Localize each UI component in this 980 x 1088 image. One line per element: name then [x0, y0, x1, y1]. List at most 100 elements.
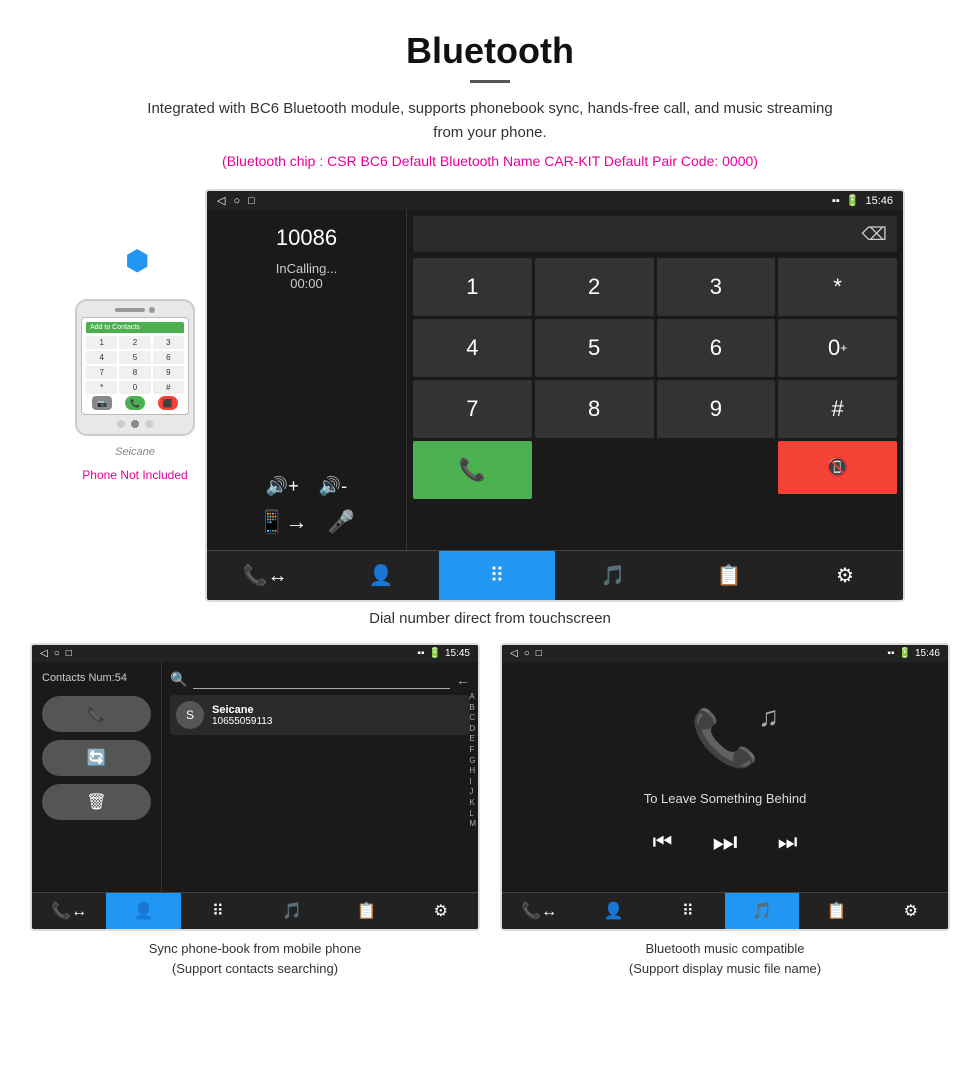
circle-icon: ○ [233, 195, 240, 207]
pb-bottom-nav: 📞↔ 👤 ⠿ 🎵 📋 ⚙ [32, 892, 478, 929]
dialpad-area: ⌫ 1 2 3 * 4 5 6 0+ 7 8 9 # 📞 [407, 210, 903, 550]
dial-4[interactable]: 4 [413, 319, 532, 377]
title-underline [470, 80, 510, 83]
dial-empty2 [657, 441, 776, 494]
pb-search-back[interactable]: ← [456, 672, 470, 688]
dial-3[interactable]: 3 [657, 258, 776, 316]
phone-not-included-label: Phone Not Included [82, 468, 187, 482]
music-square-icon: □ [536, 648, 542, 659]
pb-search-input[interactable] [193, 670, 450, 689]
dial-6[interactable]: 6 [657, 319, 776, 377]
pb-time: 15:45 [445, 648, 470, 659]
two-screens-row: ◁ ○ □ ▪▪ 🔋 15:45 Contacts Num:54 📞 🔄 🗑 [0, 643, 980, 982]
next-button[interactable]: ⏭ [778, 829, 798, 855]
call-accept-button[interactable]: 📞 [413, 441, 532, 499]
pb-nav-bt[interactable]: 🎵 [255, 893, 329, 929]
music-sim-icon: ▪▪ [887, 648, 894, 659]
call-time: 00:00 [222, 276, 391, 291]
backspace-button[interactable]: ⌫ [852, 216, 897, 252]
pb-nav-dialpad[interactable]: ⠿ [181, 893, 255, 929]
nav-bluetooth-music[interactable]: 🎵 [555, 551, 671, 600]
pb-nav-book[interactable]: 📋 [329, 893, 403, 929]
music-battery-icon: 🔋 [899, 648, 911, 659]
microphone-icon[interactable]: 🎤 [328, 509, 355, 535]
music-nav-dialpad[interactable]: ⠿ [651, 893, 725, 929]
pb-circle-icon: ○ [54, 648, 60, 659]
pb-sync-btn[interactable]: 🔄 [42, 740, 151, 776]
pb-delete-btn[interactable]: 🗑 [42, 784, 151, 820]
music-nav-contacts[interactable]: 👤 [576, 893, 650, 929]
back-icon: ◁ [217, 194, 225, 207]
phonebook-screen: ◁ ○ □ ▪▪ 🔋 15:45 Contacts Num:54 📞 🔄 🗑 [30, 643, 480, 931]
alpha-index: A B C D E F G H I J K L M [469, 692, 476, 829]
contacts-count: Contacts Num:54 [42, 672, 151, 684]
pb-nav-phone[interactable]: 📞↔ [32, 893, 106, 929]
call-info-panel: 10086 InCalling... 00:00 🔊+ 🔊- 📱→ 🎤 [207, 210, 407, 550]
bluetooth-signal-icon: ⬢ [110, 239, 160, 289]
bluetooth-info: (Bluetooth chip : CSR BC6 Default Blueto… [20, 153, 960, 169]
pb-nav-settings[interactable]: ⚙ [404, 893, 478, 929]
dial-hash[interactable]: # [778, 380, 897, 438]
pb-left-panel: Contacts Num:54 📞 🔄 🗑 [32, 662, 162, 892]
nav-dialpad[interactable]: ⠿ [439, 551, 555, 600]
dial-1[interactable]: 1 [413, 258, 532, 316]
call-end-button[interactable]: 📵 [778, 441, 897, 494]
main-screenshot-area: ⬢ Add to Contacts 123 456 789 *0# 📷 📞 ⬛ [0, 179, 980, 602]
music-nav-settings[interactable]: ⚙ [874, 893, 948, 929]
volume-down-icon[interactable]: 🔊- [319, 476, 347, 497]
pb-contact-item[interactable]: S Seicane 10655059113 [170, 695, 470, 735]
music-icon-area: 📞 ♫ [691, 706, 759, 771]
music-nav-phone[interactable]: 📞↔ [502, 893, 576, 929]
dial-5[interactable]: 5 [535, 319, 654, 377]
search-icon: 🔍 [170, 671, 187, 688]
dial-8[interactable]: 8 [535, 380, 654, 438]
nav-phone-transfer[interactable]: 📞↔ [207, 551, 323, 600]
nav-settings[interactable]: ⚙ [787, 551, 903, 600]
sim-icon: ▪▪ [832, 195, 840, 207]
pb-status-bar: ◁ ○ □ ▪▪ 🔋 15:45 [32, 645, 478, 662]
dial-empty1 [535, 441, 654, 494]
main-caption: Dial number direct from touchscreen [0, 602, 980, 643]
music-status-bar: ◁ ○ □ ▪▪ 🔋 15:46 [502, 645, 948, 662]
pb-main: Contacts Num:54 📞 🔄 🗑 🔍 ← S Seicane [32, 662, 478, 892]
music-main: 📞 ♫ To Leave Something Behind ⏮ ⏭ ⏭ [502, 662, 948, 892]
dial-star[interactable]: * [778, 258, 897, 316]
phonebook-screen-block: ◁ ○ □ ▪▪ 🔋 15:45 Contacts Num:54 📞 🔄 🗑 [30, 643, 480, 982]
contact-info: Seicane 10655059113 [212, 704, 272, 727]
volume-up-icon[interactable]: 🔊+ [266, 476, 299, 497]
page-description: Integrated with BC6 Bluetooth module, su… [140, 97, 840, 145]
transfer-icon[interactable]: 📱→ [258, 509, 307, 535]
music-time: 15:46 [915, 648, 940, 659]
nav-phone-book[interactable]: 📋 [671, 551, 787, 600]
dial-7[interactable]: 7 [413, 380, 532, 438]
call-number: 10086 [222, 225, 391, 251]
pb-nav-contacts[interactable]: 👤 [106, 893, 180, 929]
play-pause-button[interactable]: ⏭ [712, 826, 737, 859]
page-header: Bluetooth Integrated with BC6 Bluetooth … [0, 0, 980, 179]
dial-0plus[interactable]: 0+ [778, 319, 897, 377]
dialpad-input[interactable] [413, 216, 852, 252]
dial-9[interactable]: 9 [657, 380, 776, 438]
music-screen-block: ◁ ○ □ ▪▪ 🔋 15:46 📞 ♫ To Leave Something … [500, 643, 950, 982]
nav-contacts[interactable]: 👤 [323, 551, 439, 600]
music-nav-bt[interactable]: 🎵 [725, 893, 799, 929]
prev-button[interactable]: ⏮ [653, 829, 673, 855]
music-nav-book[interactable]: 📋 [799, 893, 873, 929]
dial-2[interactable]: 2 [535, 258, 654, 316]
bottom-navigation: 📞↔ 👤 ⠿ 🎵 📋 ⚙ [207, 550, 903, 600]
pb-call-btn[interactable]: 📞 [42, 696, 151, 732]
phone-image: Add to Contacts 123 456 789 *0# 📷 📞 ⬛ [75, 299, 195, 436]
phone-mock: ⬢ Add to Contacts 123 456 789 *0# 📷 📞 ⬛ [75, 239, 195, 482]
status-time: 15:46 [865, 195, 893, 207]
music-song-title: To Leave Something Behind [644, 791, 807, 806]
call-actions: 🔊+ 🔊- 📱→ 🎤 [222, 476, 391, 535]
page-title: Bluetooth [20, 30, 960, 72]
contact-number: 10655059113 [212, 716, 272, 727]
pb-square-icon: □ [66, 648, 72, 659]
pb-back-icon: ◁ [40, 648, 48, 659]
android-dialer-screen: ◁ ○ □ ▪▪ 🔋 15:46 10086 InCalling... 00:0… [205, 189, 905, 602]
pb-right-panel: 🔍 ← S Seicane 10655059113 A B [162, 662, 478, 892]
phone-music-icon: 📞 [691, 707, 759, 769]
music-back-icon: ◁ [510, 648, 518, 659]
call-status: InCalling... [222, 261, 391, 276]
